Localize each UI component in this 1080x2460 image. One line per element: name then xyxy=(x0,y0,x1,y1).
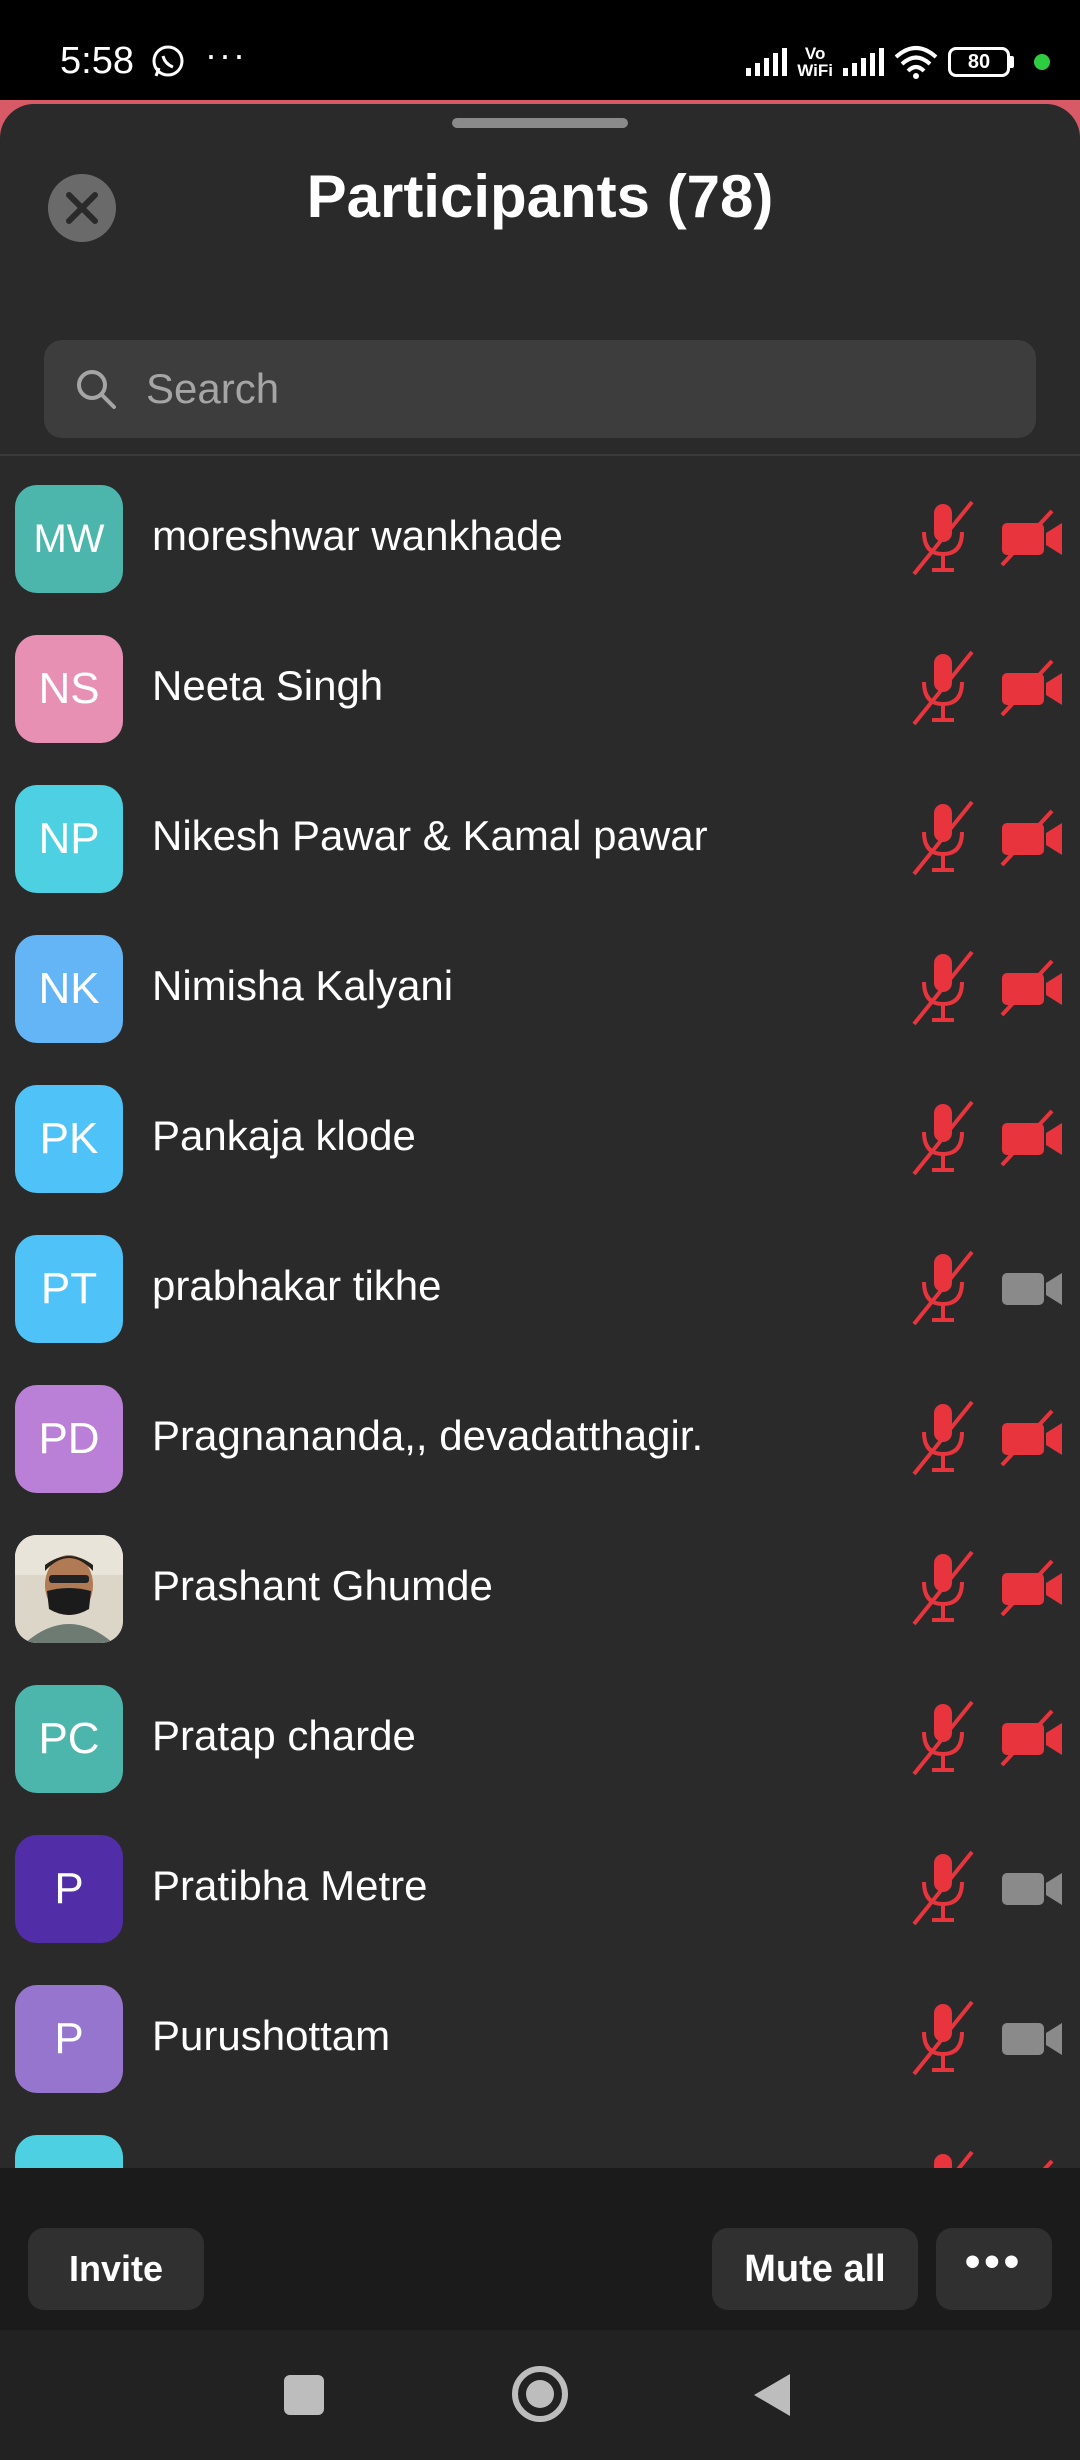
mic-muted-icon[interactable] xyxy=(910,1998,976,2080)
video-off-icon[interactable] xyxy=(1000,1409,1064,1467)
drag-handle[interactable] xyxy=(452,118,628,128)
participant-row[interactable]: NS Neeta Singh xyxy=(0,614,1080,764)
mic-muted-icon[interactable] xyxy=(910,498,976,580)
wifi-icon xyxy=(894,46,938,79)
participant-row[interactable]: PK Pankaja klode xyxy=(0,1064,1080,1214)
mic-muted-icon[interactable] xyxy=(910,948,976,1030)
avatar: PD xyxy=(15,1385,123,1493)
whatsapp-icon xyxy=(152,45,184,77)
bottom-action-bar: Invite Mute all ••• xyxy=(0,2168,1080,2330)
participants-sheet: Participants (78) MW moreshwar wankhade NS… xyxy=(0,104,1080,2330)
mic-muted-icon[interactable] xyxy=(910,1848,976,1930)
participant-name: Pankaja klode xyxy=(152,1112,416,1159)
participant-name: moreshwar wankhade xyxy=(152,512,563,559)
home-button[interactable] xyxy=(512,2366,568,2422)
more-notifications-icon: ··· xyxy=(205,34,247,75)
mic-muted-icon[interactable] xyxy=(910,1098,976,1180)
invite-button[interactable]: Invite xyxy=(28,2228,204,2310)
video-icon[interactable] xyxy=(1000,2009,1064,2067)
avatar: PT xyxy=(15,1235,123,1343)
mic-muted-icon[interactable] xyxy=(910,2148,976,2168)
avatar: P xyxy=(15,1835,123,1943)
participant-name: Prashant Ghumde xyxy=(152,1562,493,1609)
avatar: NK xyxy=(15,935,123,1043)
avatar xyxy=(15,2135,123,2168)
participant-name: Pragnananda,, devadatthagir. xyxy=(152,1412,704,1459)
divider xyxy=(0,454,1080,456)
video-off-icon[interactable] xyxy=(1000,1709,1064,1767)
battery-level: 80 xyxy=(948,47,1010,77)
participant-row[interactable]: NP Nikesh Pawar & Kamal pawar xyxy=(0,764,1080,914)
video-icon[interactable] xyxy=(1000,1859,1064,1917)
participant-row[interactable]: Prashant Ghumde xyxy=(0,1514,1080,1664)
participant-row[interactable]: PD Pragnananda,, devadatthagir. xyxy=(0,1364,1080,1514)
video-off-icon[interactable] xyxy=(1000,1109,1064,1167)
vowifi-line1: Vo xyxy=(804,44,826,63)
vowifi-line2: WiFi xyxy=(797,61,833,80)
mic-muted-icon[interactable] xyxy=(910,798,976,880)
status-bar: 5:58 ··· Vo WiFi 80 xyxy=(0,0,1080,105)
avatar: NP xyxy=(15,785,123,893)
search-bar[interactable] xyxy=(44,340,1036,438)
back-button[interactable] xyxy=(754,2374,790,2416)
participant-name: prabhakar tikhe xyxy=(152,1262,442,1309)
participant-row[interactable]: PT prabhakar tikhe xyxy=(0,1214,1080,1364)
participant-name: Pratibha Metre xyxy=(152,1862,428,1909)
participant-name: Purushottam xyxy=(152,2012,391,2059)
more-options-button[interactable]: ••• xyxy=(936,2228,1052,2310)
recents-button[interactable] xyxy=(284,2375,324,2415)
participant-row[interactable]: MW moreshwar wankhade xyxy=(0,464,1080,614)
signal-icon-2 xyxy=(843,48,884,76)
mute-all-button[interactable]: Mute all xyxy=(712,2228,918,2310)
avatar: NS xyxy=(15,635,123,743)
participant-row[interactable]: P Pratibha Metre xyxy=(0,1814,1080,1964)
participant-row[interactable]: NK Nimisha Kalyani xyxy=(0,914,1080,1064)
participant-name: Pratap charde xyxy=(152,1712,416,1759)
search-icon xyxy=(77,370,116,409)
video-off-icon[interactable] xyxy=(1000,1559,1064,1617)
video-off-icon[interactable] xyxy=(1000,959,1064,1017)
participant-name: Neeta Singh xyxy=(152,662,384,709)
participant-list[interactable]: MW moreshwar wankhade NS Neeta Singh NP Nikes… xyxy=(0,464,1080,2168)
mic-muted-icon[interactable] xyxy=(910,648,976,730)
profile-photo xyxy=(15,1535,123,1643)
video-icon[interactable] xyxy=(1000,1259,1064,1317)
participant-row[interactable]: PC Pratap charde xyxy=(0,1664,1080,1814)
avatar xyxy=(15,1535,123,1643)
avatar: PC xyxy=(15,1685,123,1793)
battery-icon: 80 xyxy=(948,47,1014,77)
video-off-icon[interactable] xyxy=(1000,809,1064,867)
search-input[interactable] xyxy=(146,365,996,413)
video-off-icon[interactable] xyxy=(1000,659,1064,717)
status-time: 5:58 xyxy=(60,40,134,82)
avatar: PK xyxy=(15,1085,123,1193)
participant-name: Nimisha Kalyani xyxy=(152,962,454,1009)
signal-icon xyxy=(746,48,788,76)
video-off-icon[interactable] xyxy=(1000,509,1064,567)
mic-muted-icon[interactable] xyxy=(910,1248,976,1330)
participant-row[interactable]: P Purushottam xyxy=(0,1964,1080,2114)
mic-muted-icon[interactable] xyxy=(910,1698,976,1780)
mic-muted-icon[interactable] xyxy=(910,1548,976,1630)
participant-name: Nikesh Pawar & Kamal pawar xyxy=(152,812,708,859)
video-off-icon[interactable] xyxy=(1000,2159,1064,2168)
mic-muted-icon[interactable] xyxy=(910,1398,976,1480)
avatar: P xyxy=(15,1985,123,2093)
avatar: MW xyxy=(15,485,123,593)
privacy-indicator-dot xyxy=(1034,54,1050,70)
vowifi-icon: Vo WiFi xyxy=(797,45,833,79)
participant-row[interactable] xyxy=(0,2114,1080,2168)
page-title: Participants (78) xyxy=(306,163,774,230)
system-nav-bar xyxy=(0,2330,1080,2460)
